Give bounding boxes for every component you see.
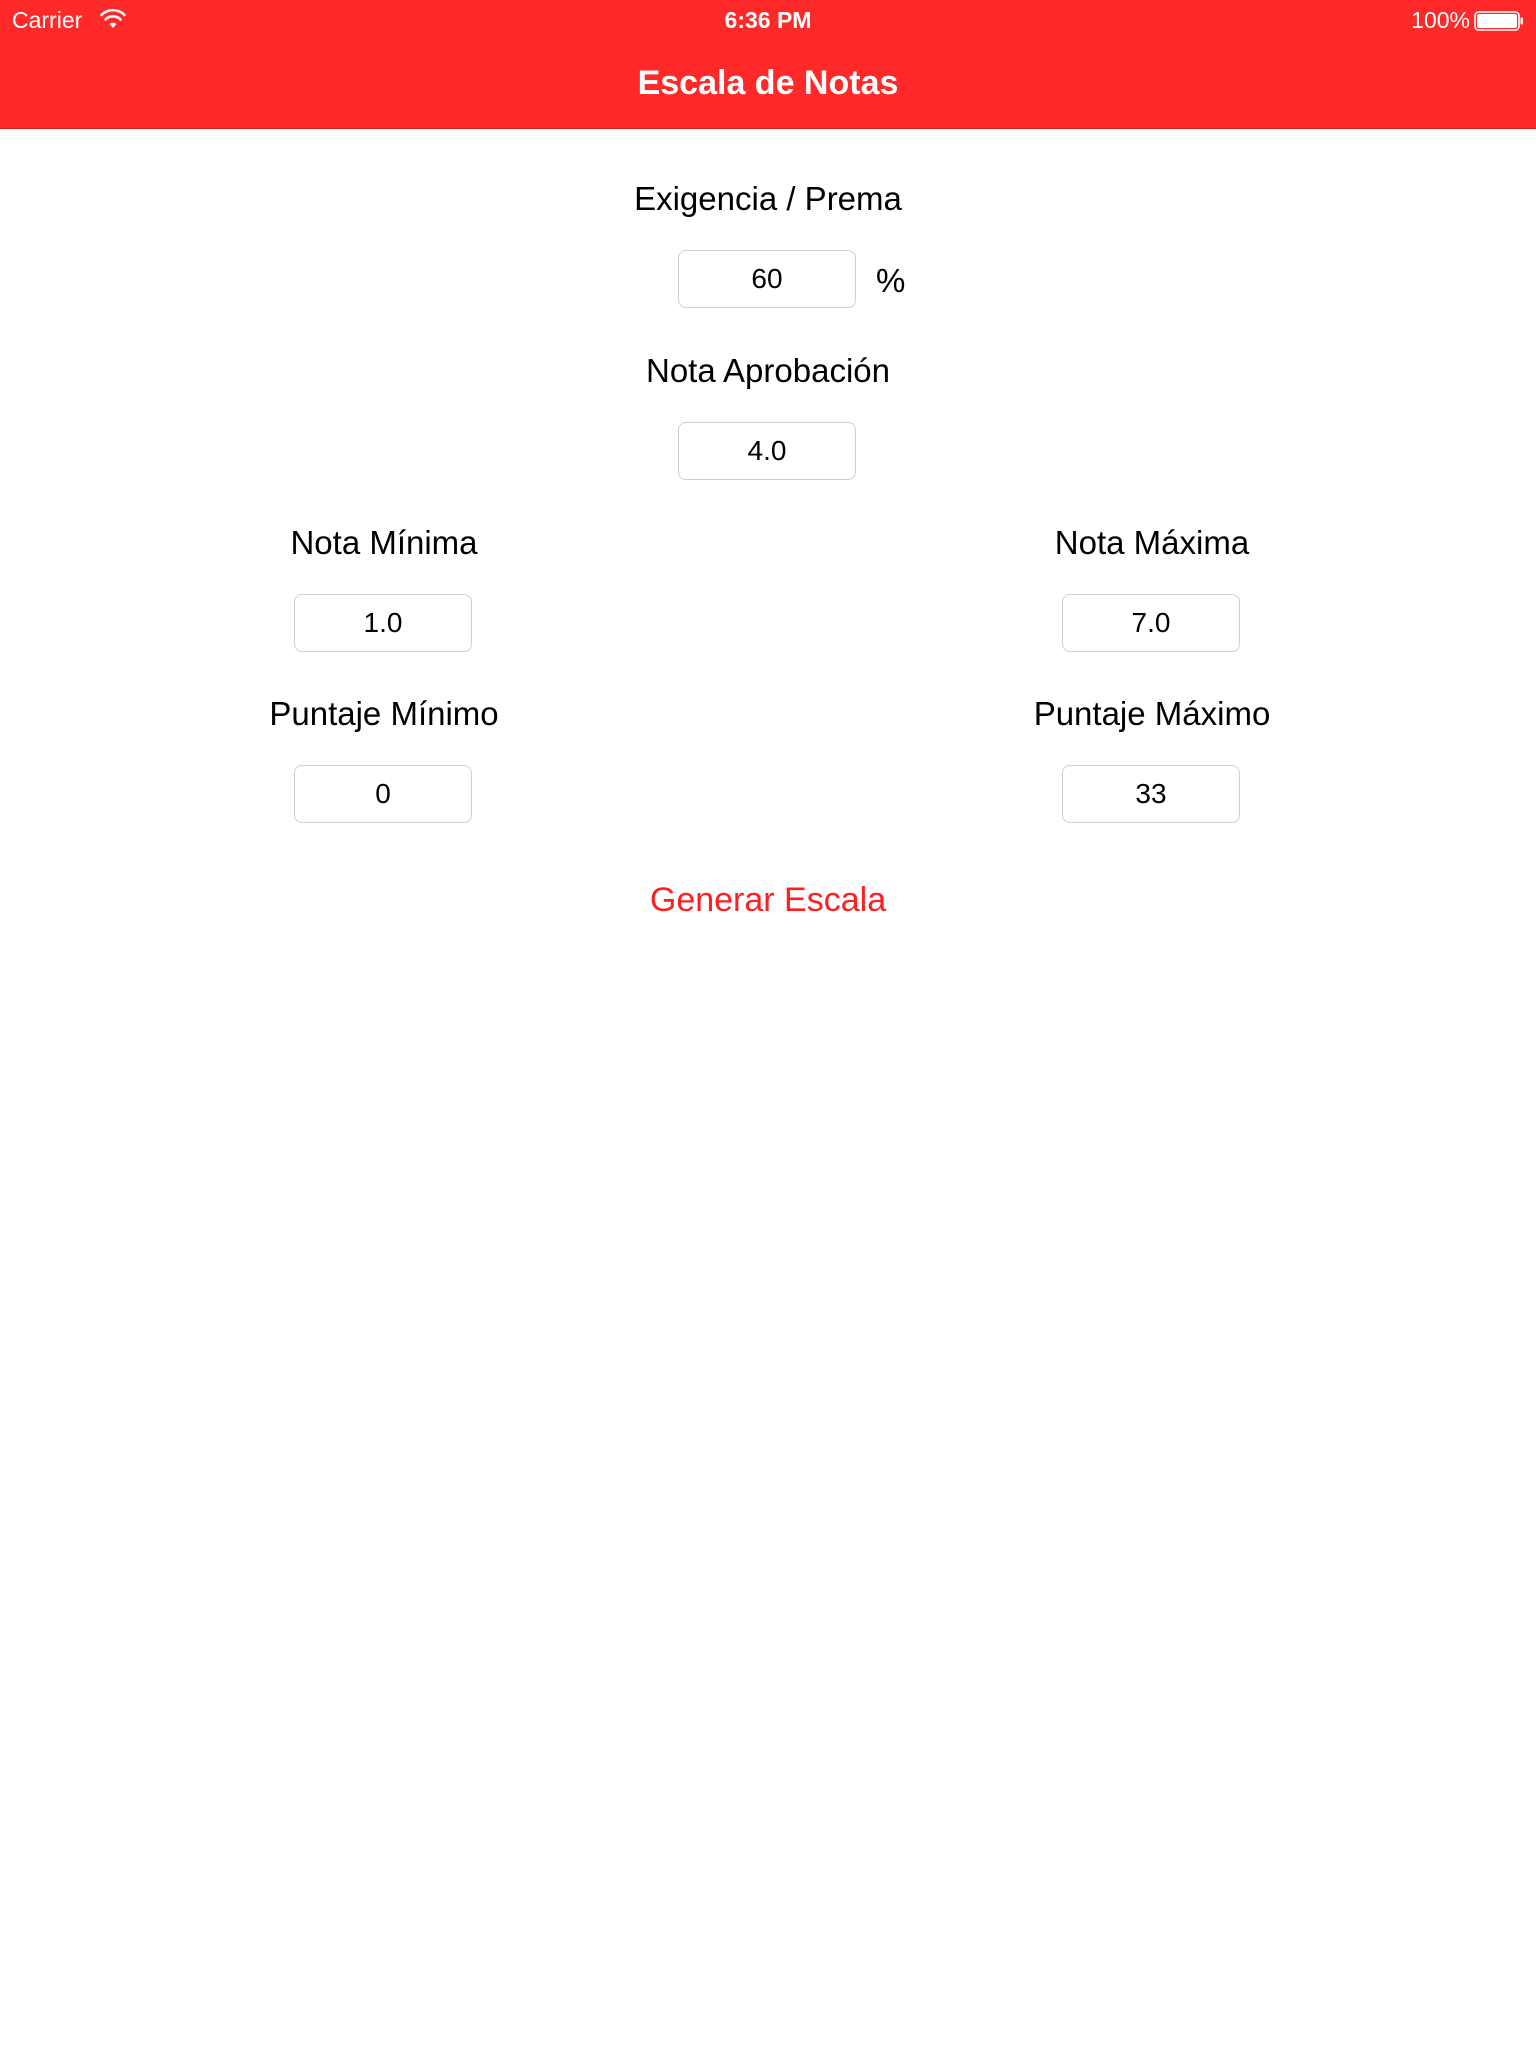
puntaje-minimo-input[interactable] [294, 765, 472, 823]
puntaje-maximo-label: Puntaje Máximo [1033, 695, 1271, 732]
nota-aprobacion-label: Nota Aprobación [645, 352, 890, 389]
nota-maxima-label: Nota Máxima [1054, 524, 1250, 561]
percent-unit-label: % [876, 262, 906, 299]
puntaje-minimo-label: Puntaje Mínimo [269, 695, 499, 732]
nota-minima-label: Nota Mínima [290, 524, 478, 561]
status-bar: Carrier 6:36 PM 100% [0, 0, 1536, 40]
exigencia-label: Exigencia / Prema [634, 180, 902, 217]
exigencia-input[interactable] [678, 250, 856, 308]
puntaje-maximo-input[interactable] [1062, 765, 1240, 823]
navigation-bar: Escala de Notas [0, 40, 1536, 129]
generate-scale-button[interactable]: Generar Escala [568, 872, 968, 928]
battery-percentage: 100% [1411, 7, 1470, 33]
battery-full-icon [1474, 11, 1523, 31]
nota-aprobacion-input[interactable] [678, 422, 856, 480]
nota-minima-input[interactable] [294, 594, 472, 652]
status-time: 6:36 PM [724, 7, 812, 33]
nota-maxima-input[interactable] [1062, 594, 1240, 652]
page-title: Escala de Notas [637, 64, 899, 102]
